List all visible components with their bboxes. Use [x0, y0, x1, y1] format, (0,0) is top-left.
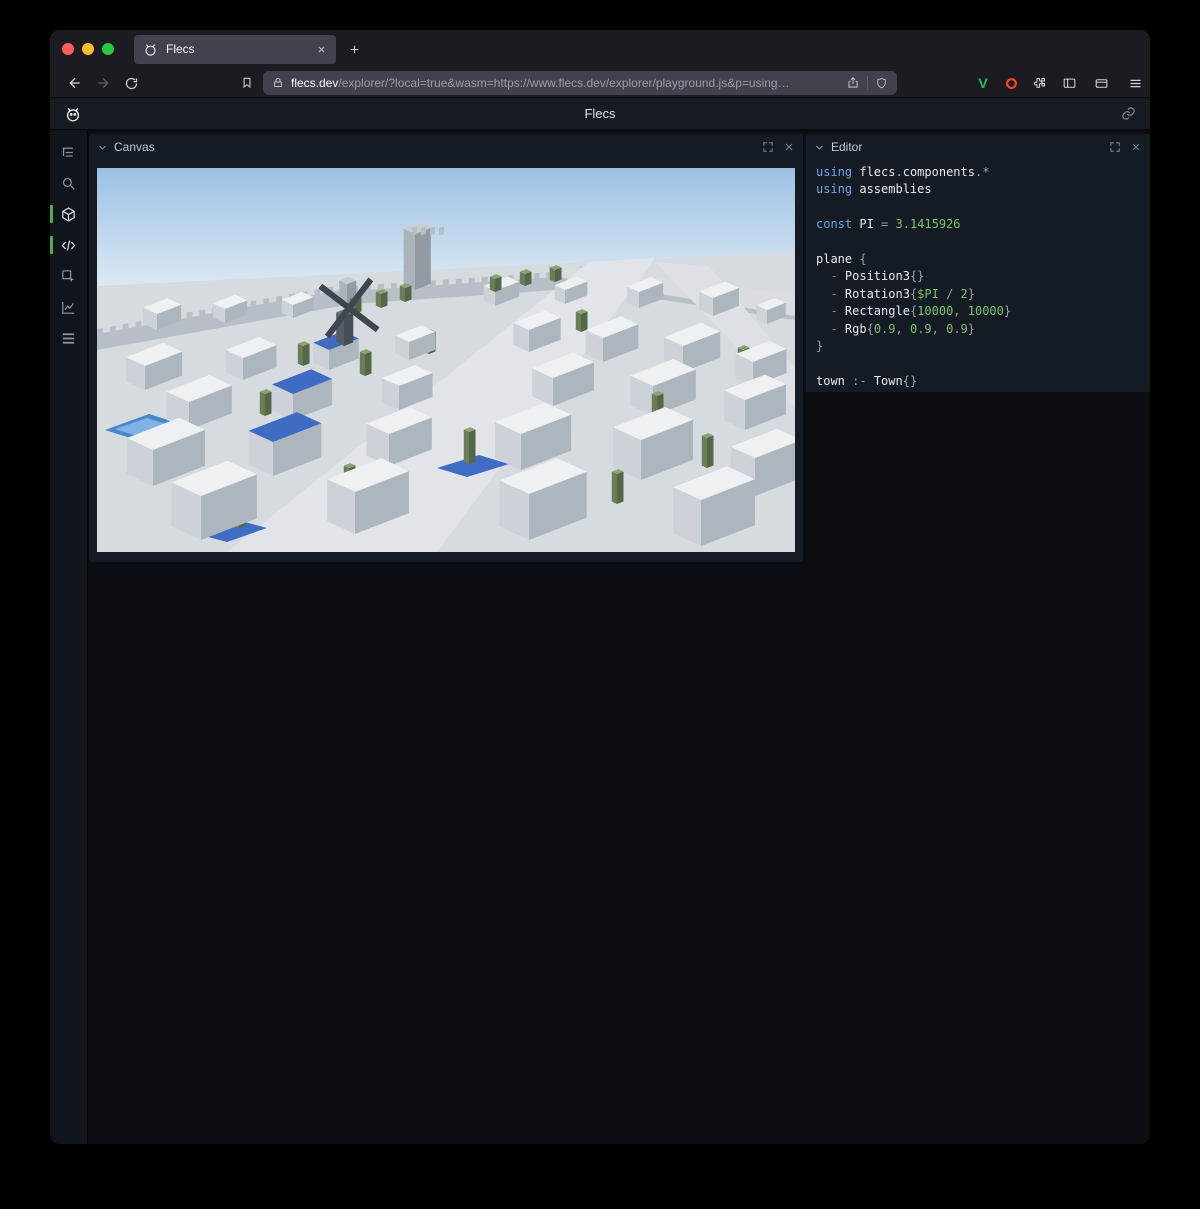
permalink-icon[interactable]	[1121, 106, 1136, 121]
canvas-panel-title: Canvas	[114, 140, 155, 154]
sidebar-item-statistics[interactable]	[56, 295, 82, 319]
code-editor[interactable]: using flecs.components.*using assemblies…	[806, 160, 1150, 394]
url-text: flecs.dev/explorer/?local=true&wasm=http…	[291, 76, 839, 90]
share-icon[interactable]	[846, 76, 860, 90]
browser-toolbar: flecs.dev/explorer/?local=true&wasm=http…	[50, 68, 1150, 98]
sidebar-item-entity-tree[interactable]	[56, 140, 82, 164]
menu-hamburger-icon[interactable]	[1122, 71, 1148, 95]
collapse-chevron-icon[interactable]	[97, 142, 108, 153]
sidebar-item-entities[interactable]	[56, 202, 82, 226]
editor-panel: Editor using flecs.components.*using ass…	[806, 134, 1150, 392]
left-sidebar	[50, 130, 88, 1144]
vimium-extension-icon[interactable]: V	[970, 71, 996, 95]
brave-shield-icon[interactable]	[875, 77, 888, 90]
close-panel-icon[interactable]	[1130, 141, 1142, 153]
editor-panel-title: Editor	[831, 140, 862, 154]
main-area: Canvas	[88, 130, 1150, 1144]
sidebar-item-memory[interactable]	[56, 326, 82, 350]
canvas-panel-body	[89, 160, 803, 562]
maximize-panel-icon[interactable]	[1109, 141, 1121, 153]
tab-close-icon[interactable]	[316, 44, 327, 55]
new-tab-icon[interactable]	[348, 43, 361, 56]
tab-title: Flecs	[166, 42, 308, 56]
close-panel-icon[interactable]	[783, 141, 795, 153]
lock-icon	[272, 77, 284, 89]
url-path: /explorer/?local=true&wasm=https://www.f…	[338, 76, 789, 90]
app-body: Canvas	[50, 130, 1150, 1144]
wallet-icon[interactable]	[1088, 71, 1114, 95]
sidebar-item-inspector[interactable]	[56, 264, 82, 288]
canvas-3d-viewport[interactable]	[97, 168, 795, 552]
urlbar-divider	[867, 76, 868, 90]
zoom-window-button[interactable]	[102, 43, 114, 55]
forward-icon[interactable]	[90, 71, 116, 95]
browser-tab[interactable]: Flecs	[134, 35, 336, 64]
canvas-panel-header: Canvas	[89, 134, 803, 160]
reload-icon[interactable]	[118, 71, 144, 95]
extensions-puzzle-icon[interactable]	[1026, 71, 1052, 95]
tab-strip: Flecs	[50, 30, 1150, 68]
minimize-window-button[interactable]	[82, 43, 94, 55]
maximize-panel-icon[interactable]	[762, 141, 774, 153]
page-title: Flecs	[50, 106, 1150, 121]
browser-window: Flecs flecs.dev/explorer/?local=true&was…	[50, 30, 1150, 1144]
sidebar-toggle-icon[interactable]	[1056, 71, 1082, 95]
url-bar[interactable]: flecs.dev/explorer/?local=true&wasm=http…	[263, 71, 897, 95]
tab-favicon-flecs-icon	[143, 42, 158, 57]
recorder-extension-icon[interactable]	[998, 71, 1024, 95]
sidebar-item-search[interactable]	[56, 171, 82, 195]
collapse-chevron-icon[interactable]	[814, 142, 825, 153]
editor-panel-header: Editor	[806, 134, 1150, 160]
canvas-panel: Canvas	[89, 134, 803, 562]
url-domain: flecs.dev	[291, 76, 338, 90]
app-header: Flecs	[50, 98, 1150, 130]
back-icon[interactable]	[62, 71, 88, 95]
bookmark-icon[interactable]	[234, 71, 260, 95]
sidebar-item-script-editor[interactable]	[56, 233, 82, 257]
flecs-logo-icon[interactable]	[64, 105, 82, 123]
close-window-button[interactable]	[62, 43, 74, 55]
window-controls	[62, 43, 114, 55]
